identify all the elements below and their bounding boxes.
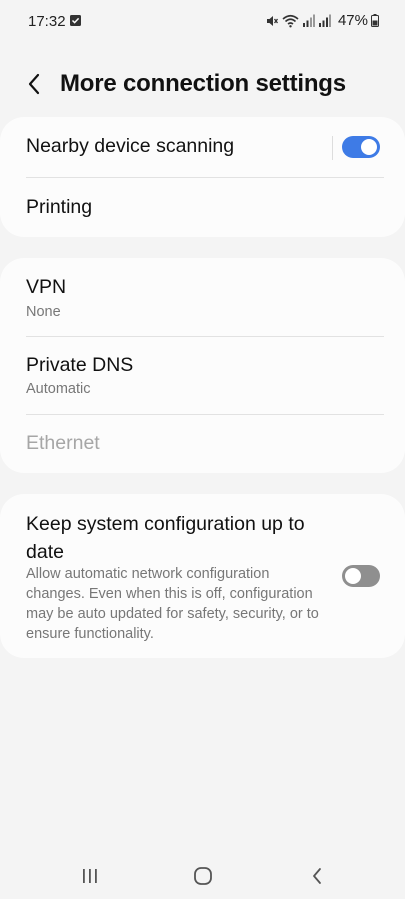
status-icons: 47% xyxy=(265,12,379,29)
mute-icon xyxy=(266,15,278,26)
printing-label: Printing xyxy=(26,196,93,218)
settings-group-2: VPN None Private DNS Automatic Ethernet xyxy=(0,258,405,473)
keep-config-updated-label: Keep system configuration up to date xyxy=(26,513,305,563)
nearby-device-scanning-label: Nearby device scanning xyxy=(26,135,235,157)
vpn-row[interactable]: VPN None xyxy=(0,258,405,336)
status-bar: 17:32 47% xyxy=(0,0,405,44)
home-button[interactable] xyxy=(183,858,223,894)
check-icon xyxy=(70,15,81,26)
toggle-knob xyxy=(361,139,377,155)
app-header: More connection settings xyxy=(0,60,405,110)
nav-back-button[interactable] xyxy=(297,858,337,894)
keep-config-updated-toggle[interactable] xyxy=(342,565,380,587)
vpn-label: VPN xyxy=(26,276,67,298)
signal-icon xyxy=(318,14,331,27)
vpn-value: None xyxy=(26,304,61,320)
page-title: More connection settings xyxy=(60,70,346,97)
back-icon xyxy=(313,868,321,884)
recents-icon xyxy=(83,869,97,883)
ethernet-row: Ethernet xyxy=(0,415,405,473)
signal-icon xyxy=(302,14,315,27)
battery-icon xyxy=(371,14,379,27)
navigation-bar xyxy=(0,850,405,899)
nearby-device-scanning-toggle[interactable] xyxy=(342,136,380,158)
chevron-left-icon xyxy=(28,73,40,95)
ethernet-label: Ethernet xyxy=(26,432,100,454)
vertical-divider xyxy=(332,136,333,160)
printing-row[interactable]: Printing xyxy=(0,178,405,237)
status-time: 17:32 xyxy=(28,13,66,30)
private-dns-value: Automatic xyxy=(26,381,91,397)
wifi-icon xyxy=(282,14,299,27)
nearby-device-scanning-row[interactable]: Nearby device scanning xyxy=(0,117,405,177)
toggle-knob xyxy=(345,568,361,584)
private-dns-label: Private DNS xyxy=(26,354,134,376)
settings-group-1: Nearby device scanning Printing xyxy=(0,117,405,237)
private-dns-row[interactable]: Private DNS Automatic xyxy=(0,337,405,414)
back-button[interactable] xyxy=(18,68,50,100)
battery-percent: 47% xyxy=(337,12,368,29)
keep-config-updated-row[interactable]: Keep system configuration up to date All… xyxy=(0,494,405,658)
home-icon xyxy=(194,867,212,885)
recents-button[interactable] xyxy=(70,858,110,894)
settings-group-3: Keep system configuration up to date All… xyxy=(0,494,405,658)
keep-config-updated-description: Allow automatic network configuration ch… xyxy=(26,566,319,642)
